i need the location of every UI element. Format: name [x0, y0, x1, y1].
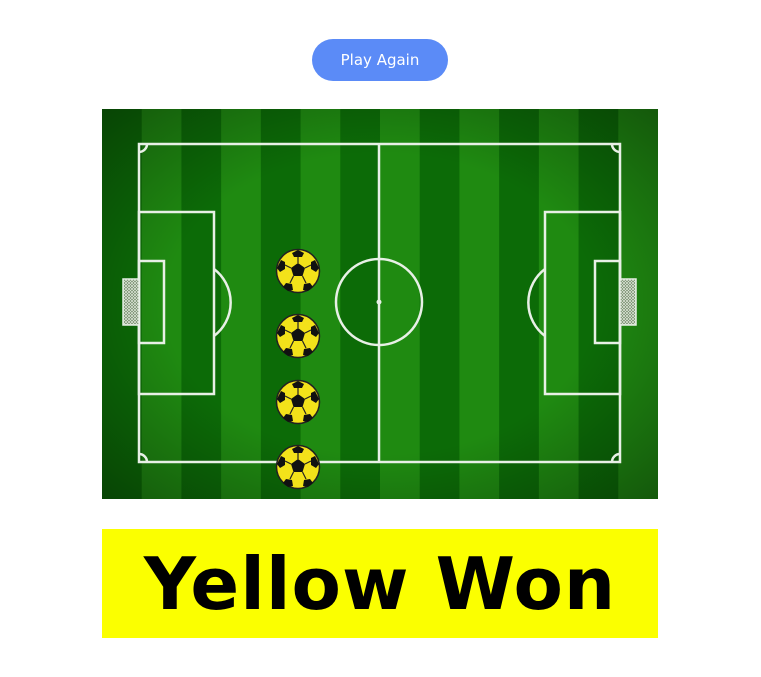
- result-banner: Yellow Won: [102, 529, 658, 638]
- yellow-ball-icon: [275, 379, 321, 425]
- yellow-ball-icon: [275, 248, 321, 294]
- left-goal-net: [122, 278, 140, 326]
- yellow-ball-icon: [275, 444, 321, 490]
- soccer-field: [102, 109, 658, 499]
- yellow-ball-icon: [275, 313, 321, 359]
- right-goal-net: [619, 278, 637, 326]
- play-again-button[interactable]: Play Again: [312, 39, 448, 81]
- pitch-graphic: [102, 109, 658, 499]
- result-text: Yellow Won: [143, 541, 617, 626]
